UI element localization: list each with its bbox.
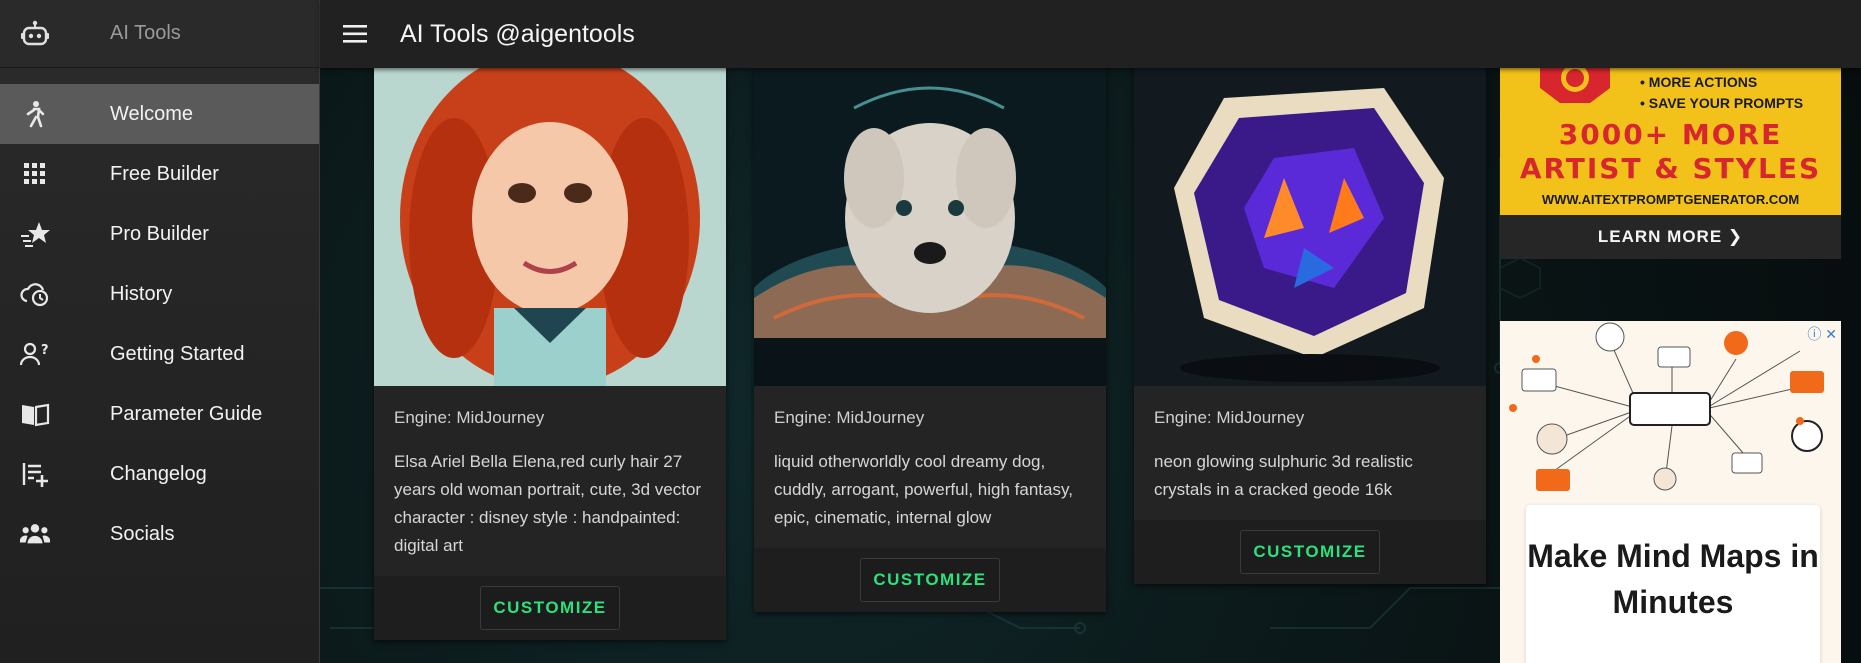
sidebar-nav: Welcome Free Builder Pro Builder History bbox=[0, 84, 319, 564]
card-footer: CUSTOMIZE bbox=[1134, 520, 1486, 584]
engine-label: Engine: MidJourney bbox=[394, 408, 545, 427]
card-body: Engine: MidJourney liquid otherworldly c… bbox=[754, 386, 1106, 548]
grid-icon bbox=[20, 159, 50, 189]
card-body: Engine: MidJourney neon glowing sulphuri… bbox=[1134, 386, 1486, 520]
customize-button[interactable]: CUSTOMIZE bbox=[1240, 530, 1380, 574]
card-footer: CUSTOMIZE bbox=[374, 576, 726, 640]
ad-bullet: • MORE ACTIONS bbox=[1640, 74, 1758, 90]
card-footer: CUSTOMIZE bbox=[754, 548, 1106, 612]
ad-bullet: • SAVE YOUR PROMPTS bbox=[1640, 95, 1804, 111]
list-add-icon bbox=[20, 459, 50, 489]
customize-button[interactable]: CUSTOMIZE bbox=[860, 558, 1000, 602]
sidebar-item-label: Getting Started bbox=[110, 342, 245, 365]
ad-headline-2: ARTIST & STYLES bbox=[1519, 152, 1822, 185]
sidebar: AI Tools Welcome Free Builder Pro Builde bbox=[0, 0, 320, 663]
ad-banner-bottom[interactable]: ⓘ ✕ Make Mind Maps in Minutes bbox=[1500, 321, 1841, 663]
sidebar-item-label: Socials bbox=[110, 522, 175, 545]
person-walking-icon bbox=[20, 99, 50, 129]
sidebar-item-label: Welcome bbox=[110, 102, 193, 125]
sidebar-item-pro-builder[interactable]: Pro Builder bbox=[0, 204, 319, 264]
book-icon bbox=[20, 399, 50, 429]
sidebar-item-label: History bbox=[110, 282, 173, 305]
sidebar-item-label: Parameter Guide bbox=[110, 402, 263, 425]
star-speed-icon bbox=[20, 219, 50, 249]
sidebar-item-label: Changelog bbox=[110, 462, 207, 485]
prompt-text: liquid otherworldly cool dreamy dog, cud… bbox=[774, 452, 1073, 527]
sidebar-item-free-builder[interactable]: Free Builder bbox=[0, 144, 319, 204]
portrait-image[interactable] bbox=[374, 68, 726, 386]
dog-image[interactable] bbox=[754, 68, 1106, 386]
sidebar-item-label: Free Builder bbox=[110, 162, 219, 185]
engine-label: Engine: MidJourney bbox=[774, 408, 925, 427]
prompt-card: Engine: MidJourney liquid otherworldly c… bbox=[754, 68, 1106, 612]
prompt-text: neon glowing sulphuric 3d realistic crys… bbox=[1154, 452, 1413, 499]
geode-image[interactable] bbox=[1134, 68, 1486, 386]
sidebar-item-label: Pro Builder bbox=[110, 222, 209, 245]
ad-banner-top[interactable]: • MORE ACTIONS • SAVE YOUR PROMPTS 3000+… bbox=[1500, 68, 1841, 259]
sidebar-item-history[interactable]: History bbox=[0, 264, 319, 324]
people-icon bbox=[20, 519, 50, 549]
brand-name: AI Tools bbox=[110, 22, 181, 44]
page-title: AI Tools @aigentools bbox=[400, 19, 635, 48]
robot-icon[interactable] bbox=[20, 19, 50, 49]
cloud-clock-icon bbox=[20, 279, 50, 309]
customize-button[interactable]: CUSTOMIZE bbox=[480, 586, 620, 630]
ad-headline: Make Mind Maps in Minutes bbox=[1526, 505, 1820, 663]
sidebar-item-changelog[interactable]: Changelog bbox=[0, 444, 319, 504]
card-body: Engine: MidJourney Elsa Ariel Bella Elen… bbox=[374, 386, 726, 576]
top-bar: AI Tools @aigentools bbox=[320, 0, 1861, 68]
engine-label: Engine: MidJourney bbox=[1154, 408, 1305, 427]
ad-url: WWW.AITEXTPROMPTGENERATOR.COM bbox=[1541, 192, 1800, 207]
prompt-text: Elsa Ariel Bella Elena,red curly hair 27… bbox=[394, 452, 702, 555]
learn-more-button[interactable]: LEARN MORE ❯ bbox=[1500, 215, 1841, 259]
sidebar-item-socials[interactable]: Socials bbox=[0, 504, 319, 564]
svg-text:?: ? bbox=[41, 343, 49, 358]
prompt-card: Engine: MidJourney Elsa Ariel Bella Elen… bbox=[374, 68, 726, 640]
hamburger-icon[interactable] bbox=[340, 19, 370, 49]
sidebar-item-welcome[interactable]: Welcome bbox=[0, 84, 319, 144]
ad-headline-1: 3000+ MORE bbox=[1558, 118, 1783, 151]
sidebar-header: AI Tools bbox=[0, 0, 319, 68]
badge-icon bbox=[1540, 68, 1610, 103]
mind-map-illustration bbox=[1509, 322, 1824, 491]
sidebar-item-parameter-guide[interactable]: Parameter Guide bbox=[0, 384, 319, 444]
person-question-icon: ? bbox=[20, 339, 50, 369]
prompt-card: Engine: MidJourney neon glowing sulphuri… bbox=[1134, 68, 1486, 584]
ad-bullets: • MORE ACTIONS • SAVE YOUR PROMPTS bbox=[1640, 72, 1803, 114]
sidebar-item-getting-started[interactable]: ? Getting Started bbox=[0, 324, 319, 384]
